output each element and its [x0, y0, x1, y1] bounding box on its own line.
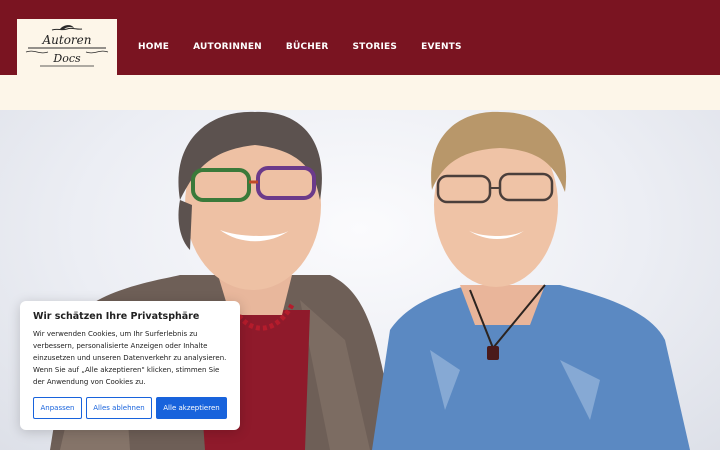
site-header: Autoren Docs HOME AUTORINNEN BÜCHER STOR… [0, 0, 720, 75]
customize-button[interactable]: Anpassen [33, 397, 82, 419]
nav-item-buecher[interactable]: BÜCHER [286, 42, 329, 52]
reject-all-button[interactable]: Alles ablehnen [86, 397, 152, 419]
logo-line2: Docs [52, 52, 81, 65]
nav-item-home[interactable]: HOME [138, 42, 169, 52]
cookie-title: Wir schätzen Ihre Privatsphäre [33, 311, 200, 322]
accept-all-button[interactable]: Alle akzeptieren [156, 397, 227, 419]
logo-mark: Autoren Docs [25, 25, 109, 67]
nav-item-stories[interactable]: STORIES [353, 42, 398, 52]
site-logo[interactable]: Autoren Docs [17, 19, 117, 75]
cookie-button-row: Anpassen Alles ablehnen Alle akzeptieren [33, 397, 227, 419]
logo-line1: Autoren [41, 33, 91, 47]
cookie-consent-banner: Wir schätzen Ihre Privatsphäre Wir verwe… [20, 301, 240, 430]
nav-item-events[interactable]: EVENTS [421, 42, 462, 52]
nav-item-autorinnen[interactable]: AUTORINNEN [193, 42, 262, 52]
cookie-text: Wir verwenden Cookies, um Ihr Surferlebn… [33, 330, 227, 386]
header-strip [0, 75, 720, 110]
person-right [372, 111, 690, 450]
